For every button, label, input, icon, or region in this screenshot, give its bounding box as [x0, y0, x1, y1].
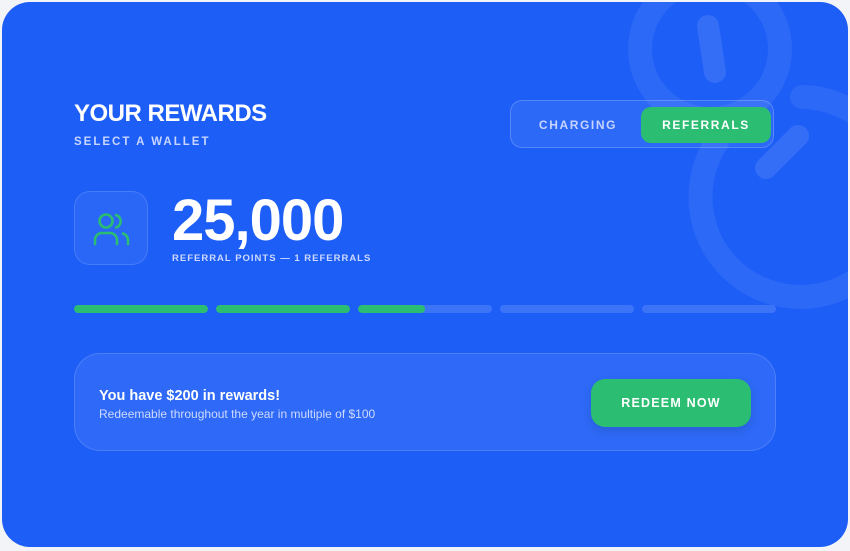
rewards-title: You have $200 in rewards! — [99, 388, 281, 404]
points-caption: REFERRAL POINTS — 1 REFERRALS — [172, 253, 372, 264]
tab-charging[interactable]: CHARGING — [517, 107, 639, 143]
wallet-tab-switcher: CHARGING REFERRALS — [510, 100, 774, 148]
points-value: 25,000 — [172, 188, 344, 253]
referrals-icon-tile — [74, 191, 148, 265]
tab-referrals[interactable]: REFERRALS — [641, 107, 771, 143]
progress-segment — [216, 305, 350, 313]
progress-segment — [642, 305, 776, 313]
progress-segment — [500, 305, 634, 313]
progress-segment — [74, 305, 208, 313]
rewards-card: YOUR REWARDS SELECT A WALLET CHARGING RE… — [2, 2, 848, 547]
users-icon — [93, 213, 130, 246]
wallet-subtitle: SELECT A WALLET — [74, 136, 211, 148]
redeem-now-button[interactable]: REDEEM NOW — [591, 379, 751, 427]
decorative-rings-graphic — [628, 2, 848, 309]
progress-segment — [358, 305, 492, 313]
progress-bar — [74, 305, 776, 313]
rewards-description: Redeemable throughout the year in multip… — [99, 407, 376, 421]
rewards-panel: You have $200 in rewards! Redeemable thr… — [74, 353, 776, 451]
page-title: YOUR REWARDS — [74, 100, 267, 127]
